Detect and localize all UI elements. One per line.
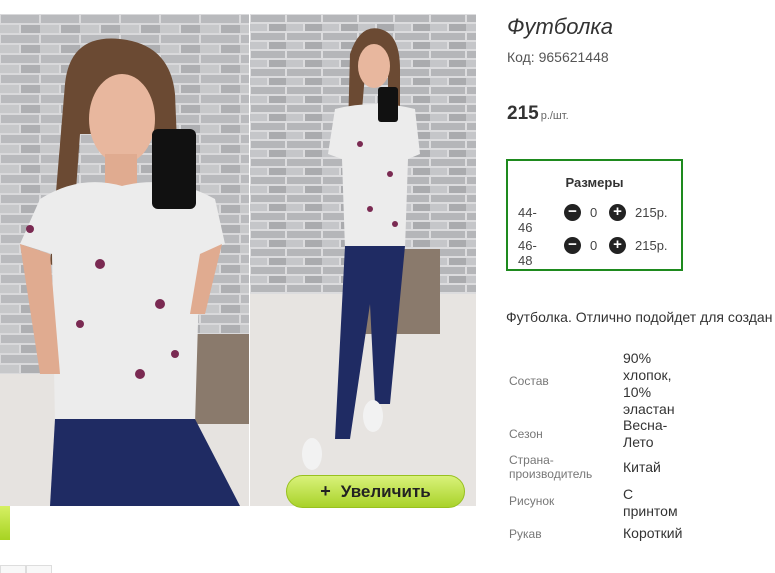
spec-label: Рукав (509, 527, 542, 541)
sizes-header: Размеры (565, 175, 624, 190)
size-quantity[interactable]: 0 (590, 238, 597, 253)
spec-label: Страна-производитель (509, 453, 593, 481)
product-code: Код: 965621448 (507, 49, 609, 65)
minus-icon[interactable]: − (564, 204, 581, 221)
spec-label: Состав (509, 374, 549, 388)
product-photo-main[interactable] (0, 14, 249, 506)
product-price: 215 р./шт. (507, 103, 569, 125)
product-photo-full[interactable] (250, 14, 476, 506)
minus-icon[interactable]: − (564, 237, 581, 254)
spec-value: Весна-Лето (623, 417, 668, 450)
size-label: 46-48 (518, 238, 537, 268)
spec-value: Китай (623, 459, 661, 475)
plus-icon[interactable]: + (609, 237, 626, 254)
side-tab[interactable] (0, 506, 10, 540)
spec-value: Короткий (623, 525, 683, 541)
zoom-button[interactable]: + Увеличить (286, 475, 465, 508)
size-label: 44-46 (518, 205, 537, 235)
product-title: Футболка (507, 14, 613, 39)
sizes-box: Размеры 44-46 − 0 + 215р. 46-48 − 0 + 21… (506, 159, 683, 271)
size-price: 215р. (635, 205, 668, 220)
product-description: Футболка. Отлично подойдет для создан (506, 309, 773, 325)
spec-label: Сезон (509, 427, 543, 441)
product-gallery[interactable]: + Увеличить (0, 14, 476, 508)
size-price: 215р. (635, 238, 668, 253)
spec-value: С принтом (623, 486, 678, 519)
price-value: 215 (507, 103, 539, 124)
plus-icon[interactable]: + (609, 204, 626, 221)
spec-value: 90% хлопок, 10% эластан (623, 350, 675, 417)
zoom-button-label: Увеличить (340, 481, 431, 501)
price-unit: р./шт. (540, 110, 569, 122)
plus-icon: + (320, 481, 331, 501)
size-quantity[interactable]: 0 (590, 205, 597, 220)
spec-label: Рисунок (509, 494, 555, 508)
